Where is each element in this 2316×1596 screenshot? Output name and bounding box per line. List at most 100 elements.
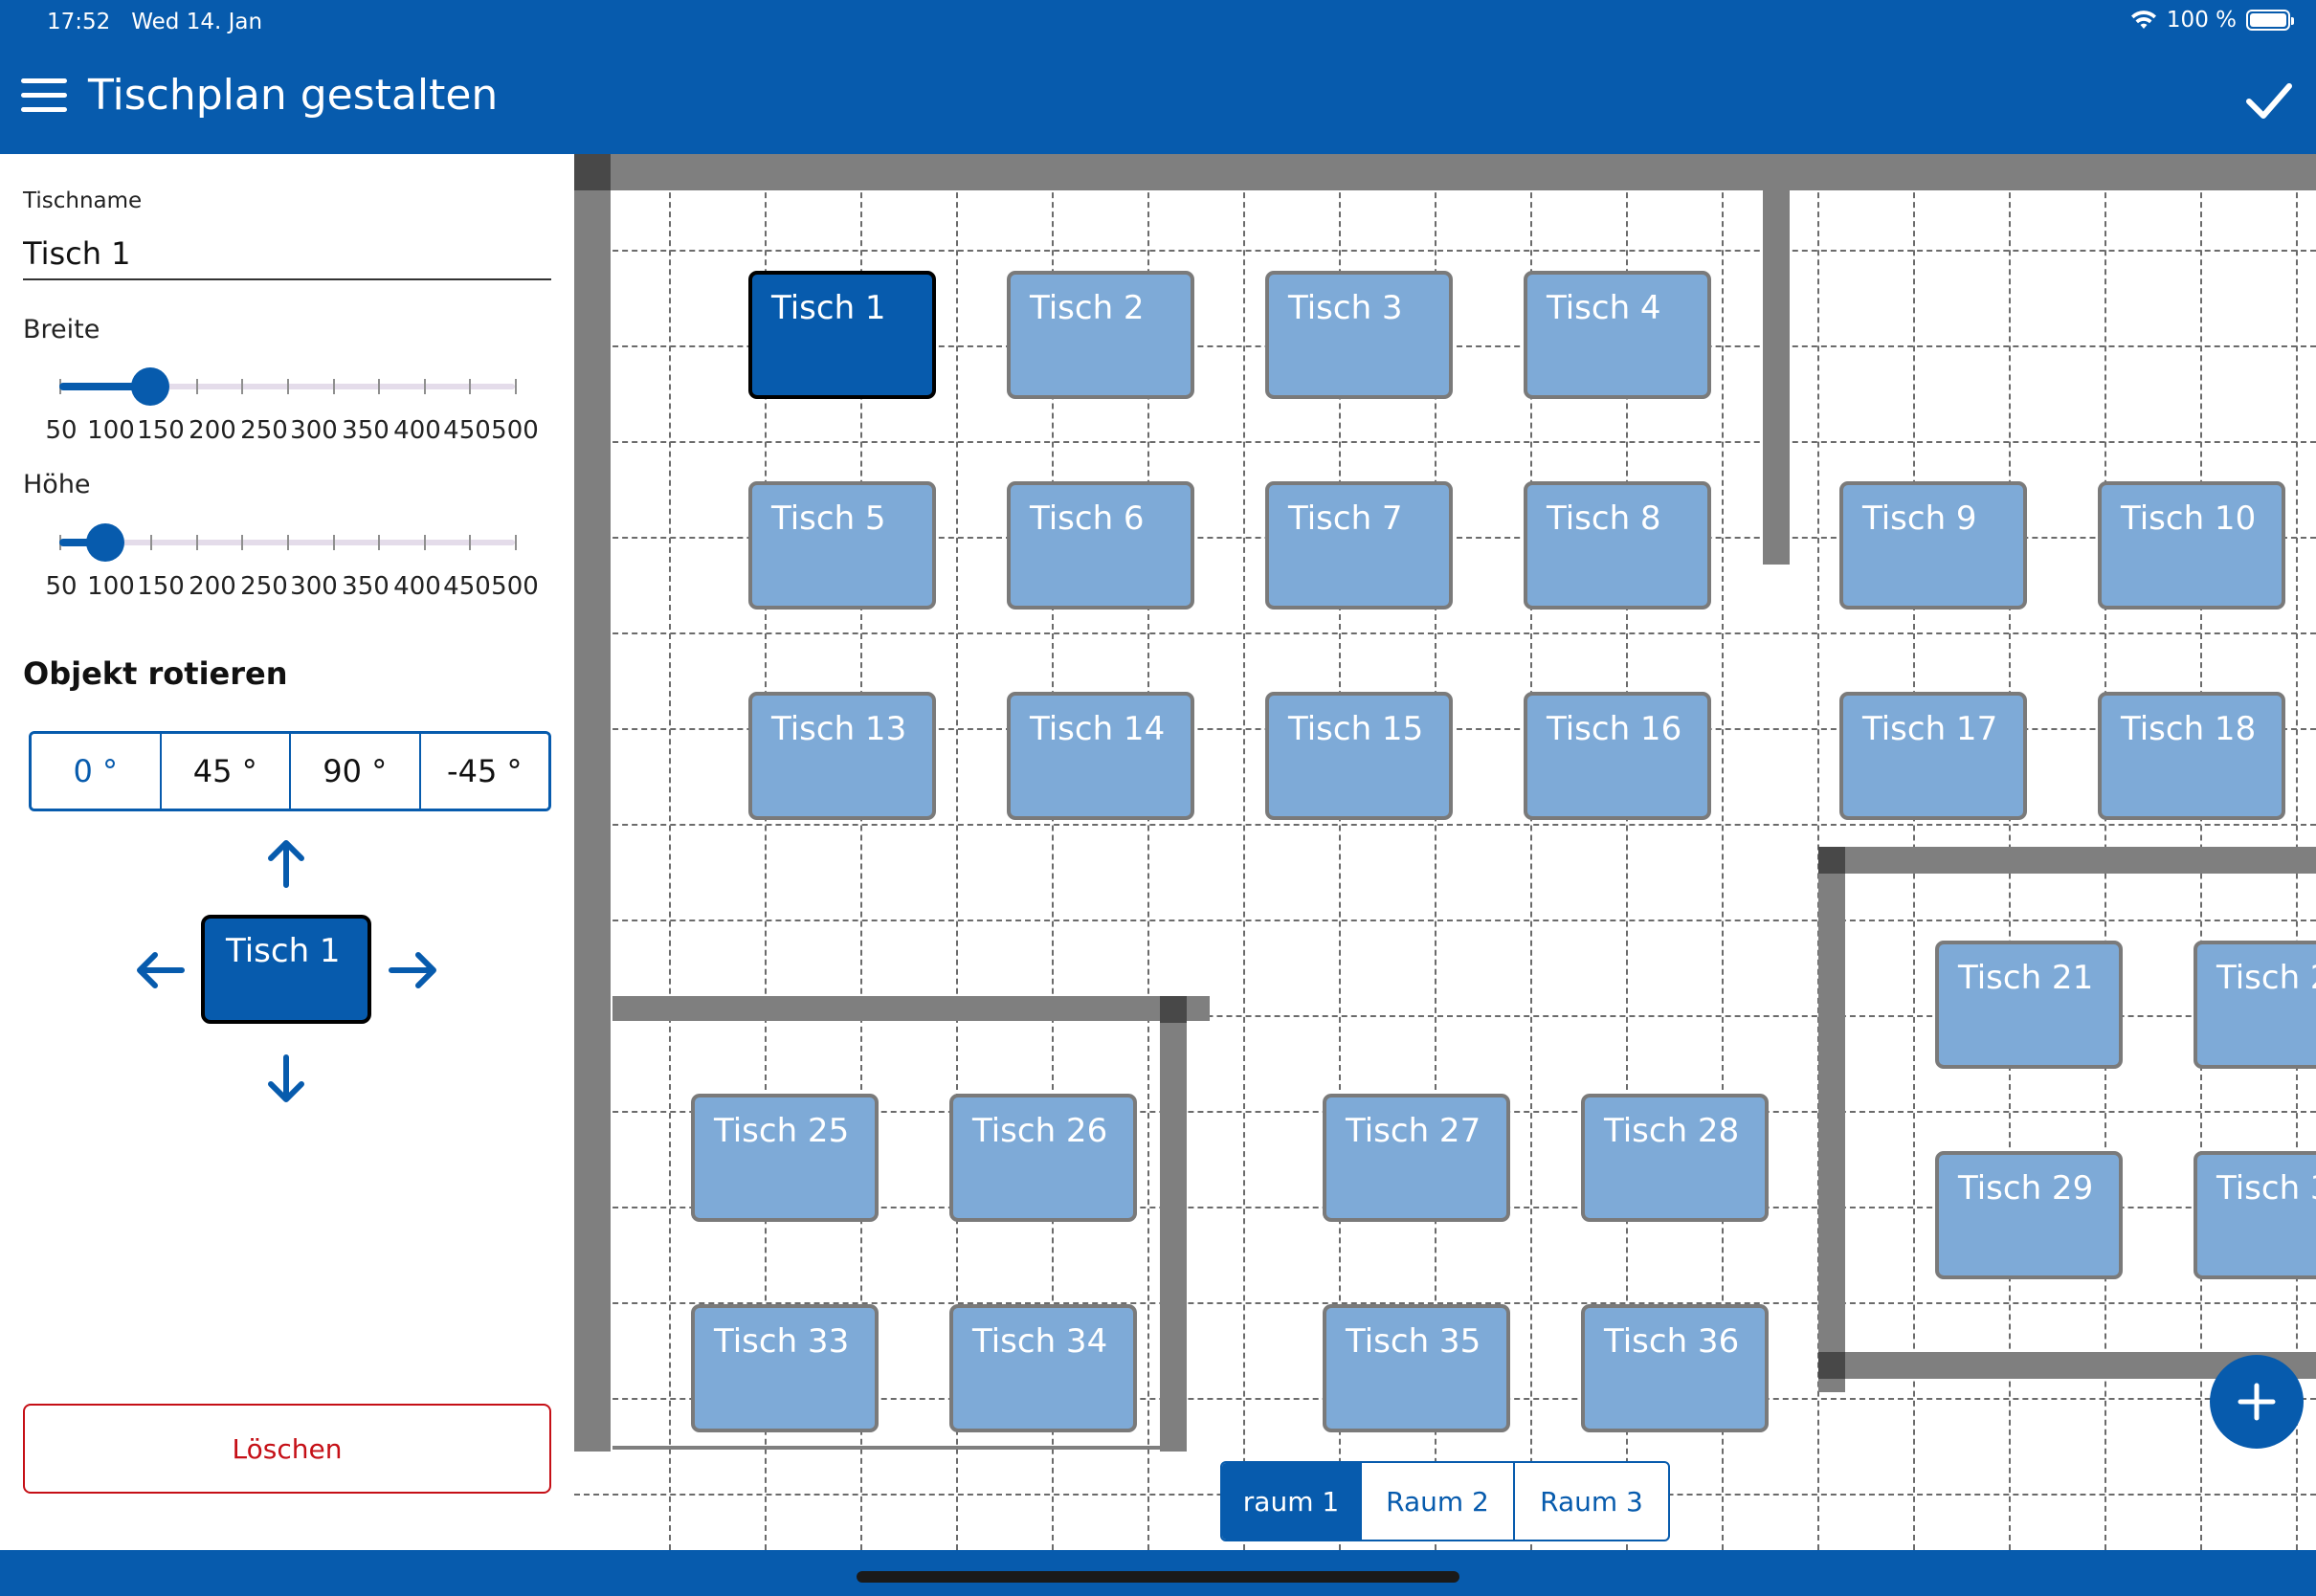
wall xyxy=(1818,847,2316,874)
slider-tick-label: 400 xyxy=(393,572,441,601)
grid-line xyxy=(669,154,671,1550)
slider-tick xyxy=(241,535,244,550)
wall xyxy=(1818,847,1845,1392)
table-tisch-29[interactable]: Tisch 29 xyxy=(1935,1151,2123,1279)
width-slider-ticks: 50 100 150 200 250 300 350 400 450 500 xyxy=(34,416,542,445)
grid-line xyxy=(574,920,2316,921)
slider-tick-label: 50 xyxy=(45,572,78,601)
arrow-down-icon[interactable] xyxy=(258,1052,314,1107)
height-label: Höhe xyxy=(23,470,91,499)
table-tisch-5[interactable]: Tisch 5 xyxy=(748,481,936,610)
slider-tick-label: 150 xyxy=(137,416,185,445)
table-tisch-2[interactable]: Tisch 2 xyxy=(1007,271,1194,399)
slider-thumb[interactable] xyxy=(85,523,124,562)
table-tisch-35[interactable]: Tisch 35 xyxy=(1323,1304,1510,1432)
tab-room-2[interactable]: Raum 2 xyxy=(1362,1463,1515,1540)
rotate-title: Objekt rotieren xyxy=(23,655,288,692)
arrow-right-icon[interactable] xyxy=(386,942,441,998)
table-tisch-22[interactable]: Tisch 22 xyxy=(2194,941,2316,1069)
wall xyxy=(574,154,2316,190)
slider-tick xyxy=(332,535,335,550)
slider-tick-label: 500 xyxy=(491,416,539,445)
tab-room-3[interactable]: Raum 3 xyxy=(1515,1463,1668,1540)
slider-tick xyxy=(469,379,472,394)
slider-tick-label: 450 xyxy=(443,572,491,601)
table-tisch-34[interactable]: Tisch 34 xyxy=(949,1304,1137,1432)
wall xyxy=(1818,1352,1845,1379)
slider-tick-label: 150 xyxy=(137,572,185,601)
table-tisch-3[interactable]: Tisch 3 xyxy=(1265,271,1453,399)
table-tisch-14[interactable]: Tisch 14 xyxy=(1007,692,1194,820)
slider-tick xyxy=(515,535,517,550)
table-tisch-6[interactable]: Tisch 6 xyxy=(1007,481,1194,610)
table-tisch-7[interactable]: Tisch 7 xyxy=(1265,481,1453,610)
app-header: 17:52 Wed 14. Jan 100 % Tischplan gestal… xyxy=(0,0,2316,154)
wall xyxy=(612,996,1210,1021)
table-tisch-16[interactable]: Tisch 16 xyxy=(1524,692,1711,820)
clock-time: 17:52 xyxy=(47,10,111,34)
wall xyxy=(1818,847,1845,874)
grid-line xyxy=(574,824,2316,826)
table-tisch-27[interactable]: Tisch 27 xyxy=(1323,1094,1510,1222)
rotate-0-button[interactable]: 0 ° xyxy=(32,734,162,809)
slider-tick-label: 250 xyxy=(240,416,288,445)
table-tisch-30[interactable]: Tisch 30 xyxy=(2194,1151,2316,1279)
slider-thumb[interactable] xyxy=(131,367,170,406)
table-tisch-9[interactable]: Tisch 9 xyxy=(1839,481,2027,610)
rotate-45-button[interactable]: 45 ° xyxy=(161,734,291,809)
table-name-label: Tischname xyxy=(23,188,143,213)
table-tisch-17[interactable]: Tisch 17 xyxy=(1839,692,2027,820)
clock-date: Wed 14. Jan xyxy=(131,10,263,34)
menu-icon[interactable] xyxy=(21,78,67,119)
plus-icon xyxy=(2238,1383,2276,1421)
checkmark-icon[interactable] xyxy=(2243,75,2295,126)
wall xyxy=(1160,996,1187,1023)
floor-plan-canvas[interactable]: Tisch 1 Tisch 2 Tisch 3 Tisch 4 Tisch 5 Tisch… xyxy=(574,154,2316,1550)
table-tisch-21[interactable]: Tisch 21 xyxy=(1935,941,2123,1069)
slider-tick-label: 50 xyxy=(45,416,78,445)
width-label: Breite xyxy=(23,315,100,344)
table-tisch-28[interactable]: Tisch 28 xyxy=(1581,1094,1769,1222)
slider-tick xyxy=(195,535,198,550)
slider-tick-label: 100 xyxy=(87,572,135,601)
table-tisch-13[interactable]: Tisch 13 xyxy=(748,692,936,820)
table-tisch-4[interactable]: Tisch 4 xyxy=(1524,271,1711,399)
page-title: Tischplan gestalten xyxy=(88,71,499,120)
slider-tick xyxy=(515,379,517,394)
slider-tick xyxy=(241,379,244,394)
wall xyxy=(612,1446,1187,1450)
slider-tick xyxy=(378,535,381,550)
arrow-left-icon[interactable] xyxy=(132,942,188,998)
table-tisch-15[interactable]: Tisch 15 xyxy=(1265,692,1453,820)
slider-tick xyxy=(150,535,153,550)
width-slider[interactable] xyxy=(59,367,517,406)
table-tisch-25[interactable]: Tisch 25 xyxy=(691,1094,879,1222)
table-tisch-33[interactable]: Tisch 33 xyxy=(691,1304,879,1432)
status-time: 17:52 Wed 14. Jan xyxy=(47,10,262,34)
slider-tick xyxy=(423,535,426,550)
grid-line xyxy=(574,441,2316,443)
wall xyxy=(1763,182,1790,565)
slider-tick xyxy=(423,379,426,394)
slider-tick-label: 200 xyxy=(189,416,236,445)
table-name-input[interactable] xyxy=(23,229,551,280)
delete-button[interactable]: Löschen xyxy=(23,1404,551,1494)
table-tisch-8[interactable]: Tisch 8 xyxy=(1524,481,1711,610)
slider-tick-label: 350 xyxy=(342,572,390,601)
selected-table-preview: Tisch 1 xyxy=(201,915,371,1024)
rotate-minus-45-button[interactable]: -45 ° xyxy=(420,734,548,809)
wall xyxy=(574,154,611,1452)
rotate-90-button[interactable]: 90 ° xyxy=(291,734,421,809)
table-tisch-26[interactable]: Tisch 26 xyxy=(949,1094,1137,1222)
table-tisch-18[interactable]: Tisch 18 xyxy=(2098,692,2285,820)
arrow-up-icon[interactable] xyxy=(258,835,314,891)
table-tisch-1[interactable]: Tisch 1 xyxy=(748,271,936,399)
table-tisch-36[interactable]: Tisch 36 xyxy=(1581,1304,1769,1432)
tab-room-1[interactable]: raum 1 xyxy=(1222,1463,1362,1540)
grid-line xyxy=(1243,154,1245,1550)
height-slider[interactable] xyxy=(59,523,517,562)
table-tisch-10[interactable]: Tisch 10 xyxy=(2098,481,2285,610)
add-table-button[interactable] xyxy=(2210,1355,2304,1449)
slider-tick-label: 200 xyxy=(189,572,236,601)
battery-icon xyxy=(2246,10,2294,31)
